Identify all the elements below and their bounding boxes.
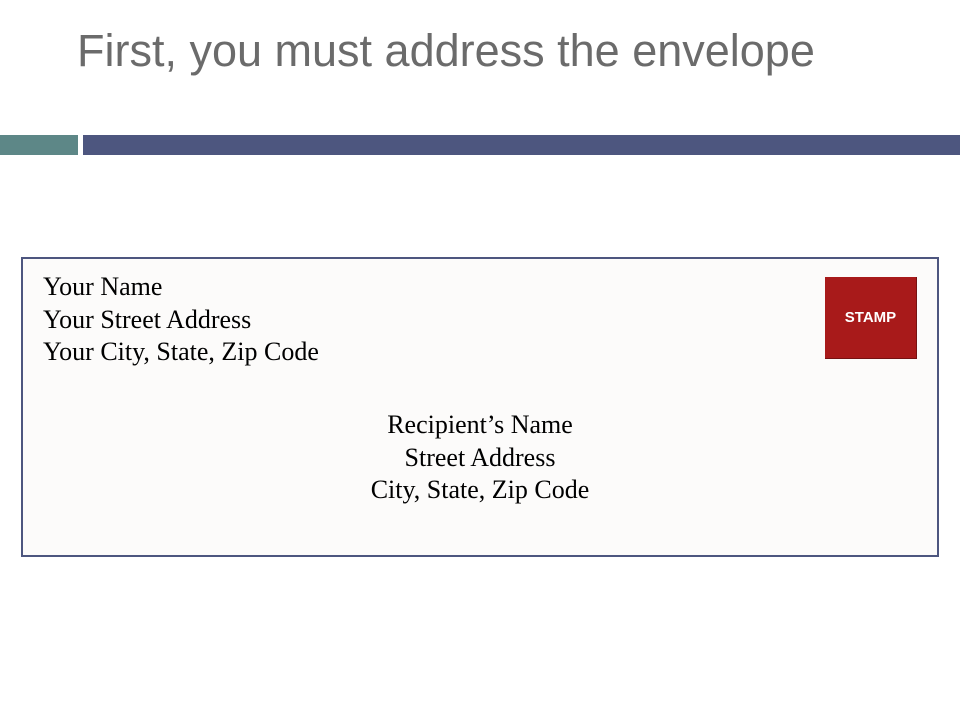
- recipient-city-state-zip: City, State, Zip Code: [23, 474, 937, 507]
- recipient-street: Street Address: [23, 442, 937, 475]
- stamp-box: STAMP: [825, 277, 917, 359]
- decorative-bar: [0, 135, 960, 155]
- return-city-state-zip: Your City, State, Zip Code: [43, 336, 917, 369]
- stamp-label: STAMP: [845, 309, 896, 326]
- return-name: Your Name: [43, 271, 917, 304]
- teal-accent: [0, 135, 78, 155]
- recipient-name: Recipient’s Name: [23, 409, 937, 442]
- navy-accent: [83, 135, 960, 155]
- envelope-diagram: Your Name Your Street Address Your City,…: [21, 257, 939, 557]
- return-address-block: Your Name Your Street Address Your City,…: [43, 271, 917, 369]
- slide-title: First, you must address the envelope: [77, 25, 815, 77]
- return-street: Your Street Address: [43, 304, 917, 337]
- recipient-address-block: Recipient’s Name Street Address City, St…: [23, 409, 937, 507]
